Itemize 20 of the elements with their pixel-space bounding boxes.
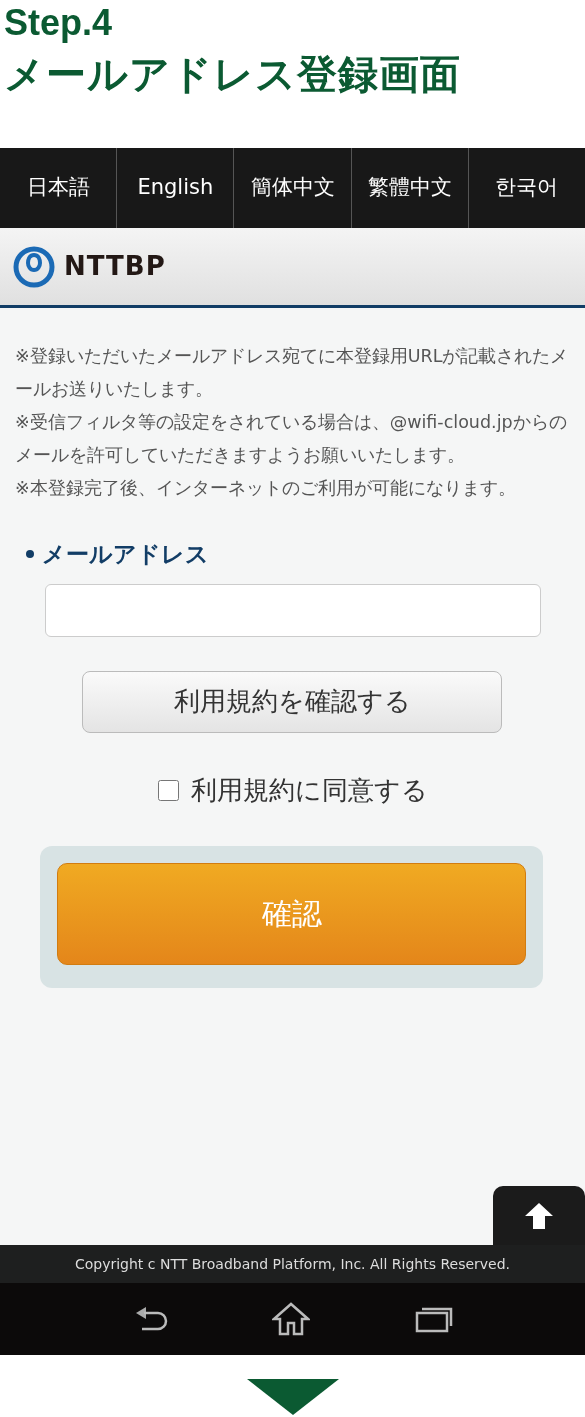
recent-apps-icon[interactable] (414, 1305, 453, 1333)
scroll-top-button[interactable] (493, 1186, 585, 1245)
step-heading: Step.4 (4, 1, 114, 45)
down-arrow-icon (246, 1379, 339, 1415)
terms-button[interactable]: 利用規約を確認する (82, 670, 502, 733)
email-field[interactable] (45, 583, 541, 637)
agree-checkbox[interactable] (157, 779, 179, 801)
page-heading: メールアドレス登録画面 (4, 50, 462, 99)
up-arrow-icon (524, 1201, 554, 1230)
language-tab[interactable]: 日本語 (0, 148, 117, 228)
note-text: ※本登録完了後、インターネットのご利用が可能になります。 (15, 477, 517, 500)
agree-label[interactable]: 利用規約に同意する (190, 770, 428, 810)
email-label: メールアドレス (42, 540, 209, 569)
copyright-text: Copyright c NTT Broadband Platform, Inc. All Rights Reserved. (0, 1245, 585, 1283)
logo-text: NTTBP (64, 250, 166, 283)
bullet-icon (26, 550, 34, 559)
logo-icon (12, 245, 56, 288)
note-text: ※登録いただいたメールアドレス宛てに本登録用URLが記載されたメールお送りいたします。 (15, 345, 570, 401)
home-icon[interactable] (272, 1302, 311, 1336)
note-text: ※受信フィルタ等の設定をされている場合は、@wifi-cloud.jpからのメールを許可していただきますようお願いいたします。 (15, 411, 568, 467)
